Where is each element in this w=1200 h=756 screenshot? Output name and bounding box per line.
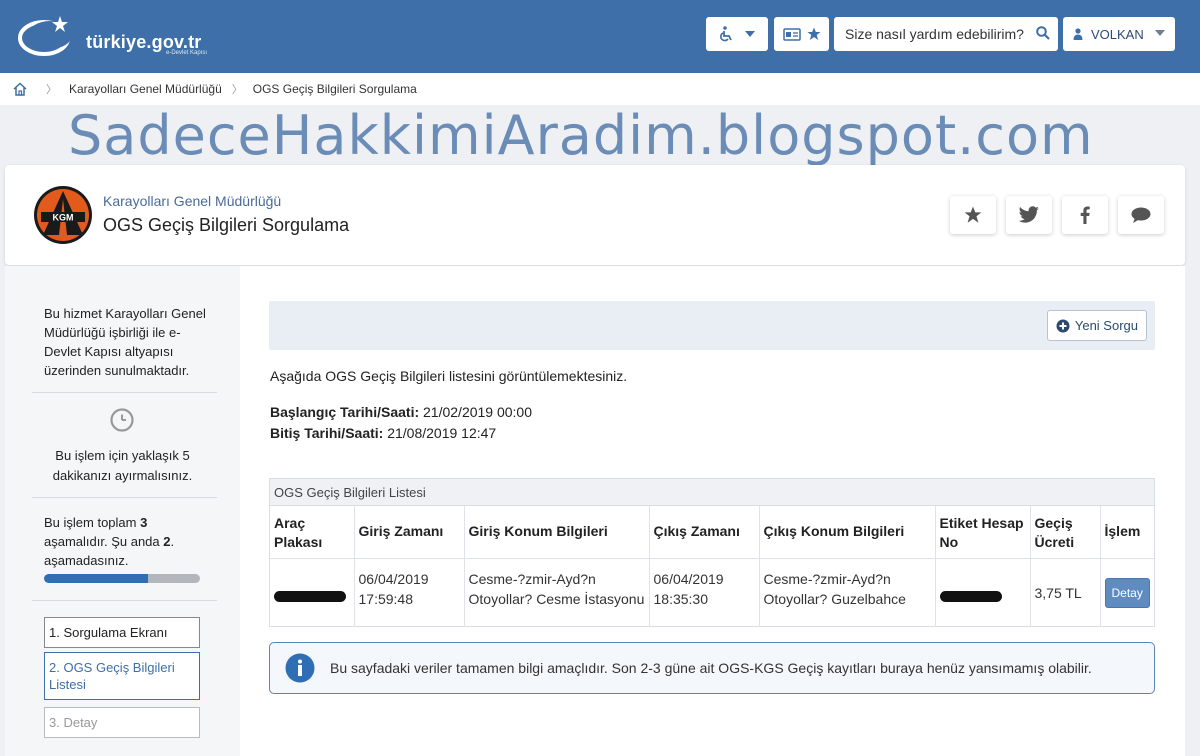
start-date-value: 21/02/2019 00:00 [419,404,533,420]
list-info-text: Aşağıda OGS Geçiş Bilgileri listesini gö… [270,368,628,384]
ogs-passage-table: Araç Plakası Giriş Zamanı Giriş Konum Bi… [270,506,1154,627]
favorite-button[interactable] [950,196,996,234]
star-icon [807,27,820,40]
turkiye-gov-logo[interactable]: türkiye.gov.tr e-Devlet Kapısı [16,10,226,60]
user-icon [1073,28,1083,40]
start-date-label: Başlangıç Tarihi/Saati: [270,404,420,420]
user-menu-button[interactable]: VOLKAN [1063,17,1175,51]
kgm-logo: KGM [34,186,92,244]
divider [32,497,217,498]
user-name: VOLKAN [1091,26,1144,42]
col-exit-time: Çıkış Zamanı [649,506,760,559]
page-title: OGS Geçiş Bilgileri Sorgulama [103,215,350,235]
end-date-label: Bitiş Tarihi/Saati: [270,425,384,441]
action-bar: Yeni Sorgu [269,301,1155,350]
step-3-detail: 3. Detay [44,707,200,738]
search-box[interactable] [834,17,1058,51]
col-tag-account: Etiket Hesap No [935,506,1031,559]
card-favorites-button[interactable] [774,17,829,51]
chevron-down-icon [745,31,755,37]
divider [32,600,217,601]
progress-bar [44,574,200,583]
comment-button[interactable] [1118,196,1164,234]
facebook-share-button[interactable] [1062,196,1108,234]
table-title: OGS Geçiş Bilgileri Listesi [270,479,1154,506]
sidebar: Bu hizmet Karayolları Genel Müdürlüğü iş… [5,266,240,756]
date-range: Başlangıç Tarihi/Saati: 21/02/2019 00:00… [270,402,532,444]
cell-action: Detay [1100,558,1154,627]
estimated-time-text: Bu işlem için yaklaşık 5 dakikanızı ayır… [52,448,193,483]
col-action: İşlem [1100,506,1154,559]
cell-plate-redacted [270,558,355,627]
cell-exit-location: Cesme-?zmir-Ayd?n Otoyollar? Guzelbahce [759,558,936,627]
cell-entry-location: Cesme-?zmir-Ayd?n Otoyollar? Cesme İstas… [464,558,650,627]
breadcrumb-item-current: OGS Geçiş Bilgileri Sorgulama [252,82,417,96]
service-intro-text: Bu hizmet Karayolları Genel Müdürlüğü iş… [44,306,206,378]
breadcrumb-item-kgm[interactable]: Karayolları Genel Müdürlüğü [69,82,222,96]
service-header: KGM Karayolları Genel Müdürlüğü OGS Geçi… [5,165,1185,265]
kgm-logo-text: KGM [53,213,74,223]
notice-text: Bu sayfadaki veriler tamamen bilgi amaçl… [330,660,1092,676]
org-name[interactable]: Karayolları Genel Müdürlüğü [103,193,281,209]
cell-tag-account-redacted [935,558,1031,627]
step-2-ogs-list[interactable]: 2. OGS Geçiş Bilgileri Listesi [44,652,200,700]
home-icon[interactable] [12,81,28,97]
facebook-icon [1080,206,1090,224]
accessibility-button[interactable] [706,17,768,51]
crescent-star-logo-icon [18,16,72,56]
star-icon [964,206,982,223]
plus-circle-icon [1056,319,1070,332]
ogs-table-panel: OGS Geçiş Bilgileri Listesi Araç Plakası… [269,478,1155,627]
info-icon [285,653,315,683]
comment-icon [1131,207,1151,223]
search-input[interactable] [834,26,1024,42]
watermark-text: SadeceHakkimiAradim.blogspot.com [68,104,1094,167]
new-query-label: Yeni Sorgu [1074,318,1138,333]
cell-fee: 3,75 TL [1030,558,1101,627]
twitter-share-button[interactable] [1006,196,1052,234]
col-exit-location: Çıkış Konum Bilgileri [759,506,936,559]
step-1-query-screen[interactable]: 1. Sorgulama Ekranı [44,617,200,648]
end-date-value: 21/08/2019 12:47 [383,425,497,441]
search-icon[interactable] [1036,26,1050,40]
redacted-mark [939,590,1002,602]
table-row: 06/04/2019 17:59:48 Cesme-?zmir-Ayd?n Oto… [270,558,1154,627]
cell-exit-time: 06/04/2019 18:35:30 [649,558,760,627]
step-info-text: Bu işlem toplam 3 aşamalıdır. Şu anda 2.… [44,515,175,568]
breadcrumb: 〉 Karayolları Genel Müdürlüğü 〉 OGS Geçi… [0,73,1200,105]
new-query-button[interactable]: Yeni Sorgu [1046,310,1147,341]
main-content: Yeni Sorgu Aşağıda OGS Geçiş Bilgileri l… [240,266,1185,756]
divider [32,392,217,393]
id-card-icon [782,27,801,41]
col-plate: Araç Plakası [270,506,355,559]
progress-bar-fill [44,574,149,583]
chevron-down-icon [1155,30,1165,36]
breadcrumb-separator: 〉 [46,84,57,96]
cell-entry-time: 06/04/2019 17:59:48 [354,558,465,627]
redacted-mark [274,590,346,602]
wheelchair-icon [720,26,732,42]
table-header-row: Araç Plakası Giriş Zamanı Giriş Konum Bi… [270,506,1154,559]
top-navigation-bar: türkiye.gov.tr e-Devlet Kapısı Size nası… [0,0,1200,73]
info-notice: Bu sayfadaki veriler tamamen bilgi amaçl… [269,642,1155,694]
logo-subtext: e-Devlet Kapısı [166,50,208,56]
detail-button[interactable]: Detay [1104,577,1150,608]
col-entry-time: Giriş Zamanı [354,506,465,559]
clock-icon [110,408,134,432]
breadcrumb-separator: 〉 [231,84,243,96]
twitter-icon [1018,206,1039,223]
col-entry-location: Giriş Konum Bilgileri [464,506,650,559]
col-fee: Geçiş Ücreti [1030,506,1101,559]
